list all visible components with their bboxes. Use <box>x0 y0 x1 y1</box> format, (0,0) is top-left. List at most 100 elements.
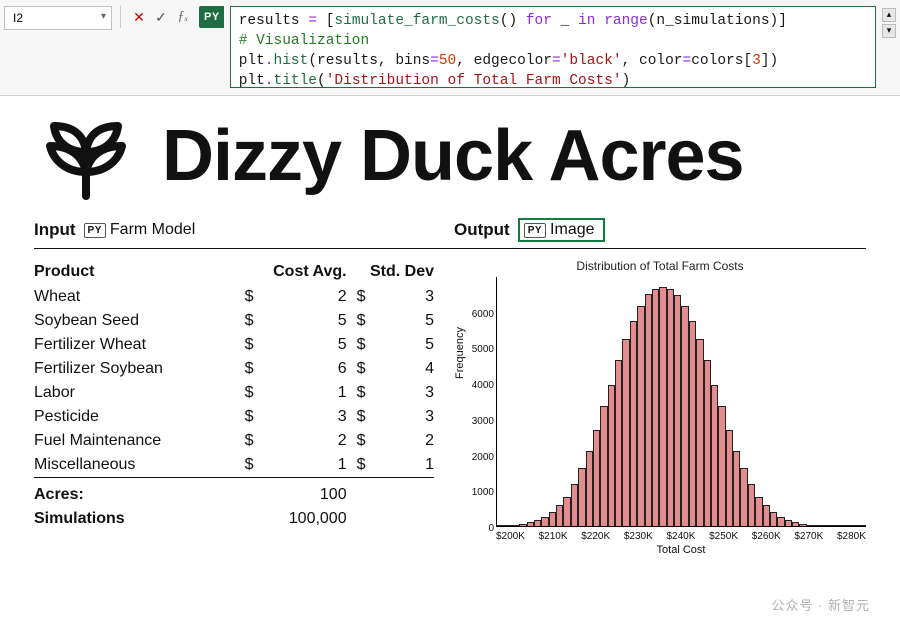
chart-bar <box>858 525 865 526</box>
chart-ytick: 6000 <box>466 309 494 320</box>
chart-xtick: $280K <box>837 531 866 542</box>
currency-symbol: $ <box>235 381 257 405</box>
product-name: Pesticide <box>34 405 235 429</box>
currency-symbol: $ <box>235 357 257 381</box>
chart-bar <box>534 520 541 526</box>
chart-bar <box>814 525 821 526</box>
table-row: Miscellaneous$1$1 <box>34 453 434 478</box>
currency-symbol: $ <box>235 333 257 357</box>
chart-bar <box>659 287 666 526</box>
input-tag-text: Farm Model <box>110 221 195 239</box>
cost-value[interactable]: 2 <box>257 429 347 453</box>
fx-icon[interactable]: ƒₓ <box>173 6 193 28</box>
cost-value[interactable]: 6 <box>257 357 347 381</box>
chart-bar <box>726 430 733 526</box>
std-value[interactable]: 2 <box>369 429 434 453</box>
chart-xtick: $230K <box>624 531 653 542</box>
chart-bar <box>519 524 526 526</box>
chart-bar <box>563 497 570 526</box>
chart-frame <box>496 277 866 527</box>
std-value[interactable]: 3 <box>369 405 434 429</box>
cost-value[interactable]: 5 <box>257 309 347 333</box>
std-value[interactable]: 5 <box>369 309 434 333</box>
chart-xticks: $200K$210K$220K$230K$240K$250K$260K$270K… <box>496 531 866 542</box>
std-value[interactable]: 4 <box>369 357 434 381</box>
input-tag[interactable]: PY Farm Model <box>84 221 196 239</box>
chart-ytick: 5000 <box>466 344 494 355</box>
chart-xtick: $200K <box>496 531 525 542</box>
chart-ytick: 2000 <box>466 452 494 463</box>
chart-bar <box>681 306 688 526</box>
chart-bar <box>667 289 674 527</box>
chart-bars <box>497 277 866 526</box>
cost-value[interactable]: 5 <box>257 333 347 357</box>
cost-value[interactable]: 3 <box>257 405 347 429</box>
chart-bar <box>571 484 578 526</box>
chart-bar <box>740 468 747 526</box>
cancel-icon[interactable]: ✕ <box>129 6 149 28</box>
python-badge: PY <box>199 6 224 28</box>
py-pill-icon: PY <box>524 223 546 238</box>
currency-symbol: $ <box>347 453 369 478</box>
python-editor[interactable]: results = [simulate_farm_costs() for _ i… <box>230 6 876 88</box>
chart-bar <box>777 517 784 526</box>
chart-bar <box>711 385 718 526</box>
scroll-down-icon[interactable]: ▾ <box>882 24 896 38</box>
acres-value[interactable]: 100 <box>257 478 347 508</box>
output-tag[interactable]: PY Image <box>518 218 605 242</box>
chart-bar <box>578 468 585 526</box>
chart-bar <box>652 289 659 527</box>
chart-bar <box>770 512 777 526</box>
commit-icon[interactable]: ✓ <box>151 6 171 28</box>
chart-bar <box>527 522 534 526</box>
col-std: Std. Dev <box>347 259 434 285</box>
cost-value[interactable]: 1 <box>257 453 347 478</box>
table-row: Fertilizer Wheat$5$5 <box>34 333 434 357</box>
chart-bar <box>799 524 806 526</box>
chart-xtick: $210K <box>539 531 568 542</box>
name-box-wrap: ▾ <box>4 6 112 30</box>
chart-bar <box>785 520 792 526</box>
col-cost: Cost Avg. <box>235 259 347 285</box>
currency-symbol: $ <box>235 285 257 309</box>
chart-bar <box>504 525 511 526</box>
chart-bar <box>608 385 615 526</box>
chart-bar <box>593 430 600 526</box>
cost-value[interactable]: 2 <box>257 285 347 309</box>
chart-bar <box>586 451 593 526</box>
table-row: Fuel Maintenance$2$2 <box>34 429 434 453</box>
chart-bar <box>718 406 725 526</box>
chart-title: Distribution of Total Farm Costs <box>454 259 866 273</box>
chart-xtick: $240K <box>667 531 696 542</box>
simulations-value[interactable]: 100,000 <box>257 507 347 531</box>
std-value[interactable]: 5 <box>369 333 434 357</box>
scroll-up-icon[interactable]: ▴ <box>882 8 896 22</box>
product-name: Soybean Seed <box>34 309 235 333</box>
name-box[interactable] <box>4 6 112 30</box>
cost-value[interactable]: 1 <box>257 381 347 405</box>
chart-bar <box>689 321 696 526</box>
chart-ytick: 4000 <box>466 380 494 391</box>
currency-symbol: $ <box>347 405 369 429</box>
table-row: Soybean Seed$5$5 <box>34 309 434 333</box>
chart-bar <box>733 451 740 526</box>
sheet-body: Dizzy Duck Acres Input PY Farm Model Out… <box>0 96 900 556</box>
table-row: Labor$1$3 <box>34 381 434 405</box>
table-row: Fertilizer Soybean$6$4 <box>34 357 434 381</box>
watermark: 公众号 · 新智元 <box>771 595 870 614</box>
chart-xtick: $270K <box>794 531 823 542</box>
chart-ytick: 3000 <box>466 416 494 427</box>
currency-symbol: $ <box>347 333 369 357</box>
chart-bar <box>755 497 762 526</box>
separator <box>120 6 121 28</box>
col-product: Product <box>34 259 235 285</box>
std-value[interactable]: 3 <box>369 285 434 309</box>
chart-xtick: $220K <box>581 531 610 542</box>
page-title: Dizzy Duck Acres <box>162 115 744 197</box>
content-row: Product Cost Avg. Std. Dev Wheat$2$3Soyb… <box>34 259 866 556</box>
currency-symbol: $ <box>347 309 369 333</box>
std-value[interactable]: 3 <box>369 381 434 405</box>
product-name: Wheat <box>34 285 235 309</box>
std-value[interactable]: 1 <box>369 453 434 478</box>
product-name: Fuel Maintenance <box>34 429 235 453</box>
